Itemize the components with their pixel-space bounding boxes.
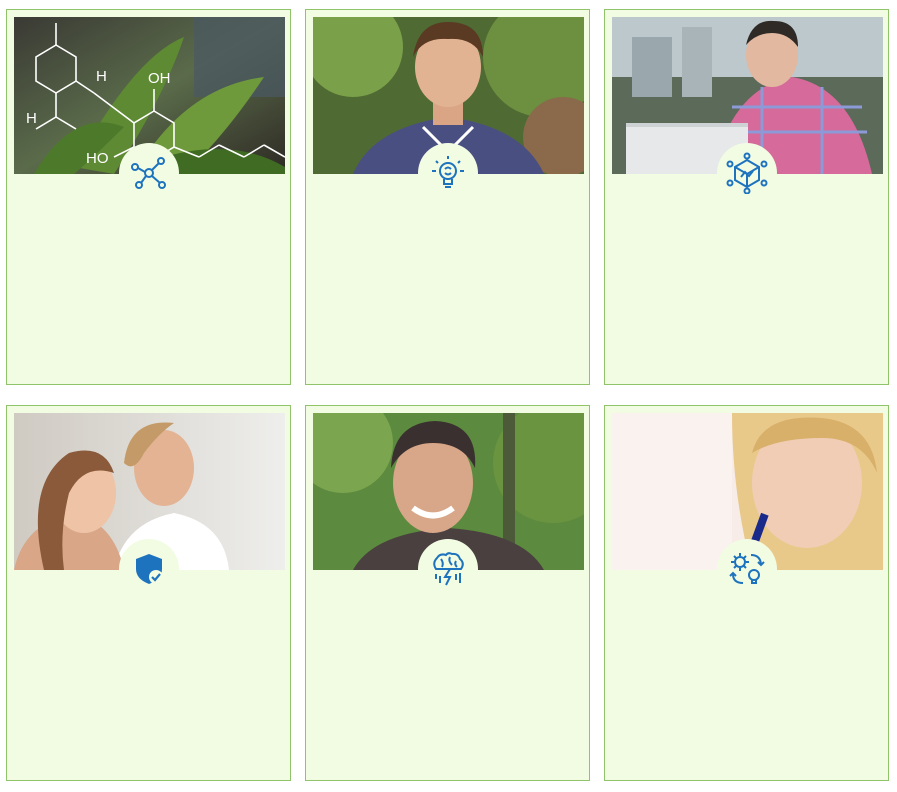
card-body	[14, 210, 283, 374]
card-5[interactable]	[305, 405, 590, 781]
card-body	[612, 606, 881, 770]
card-2[interactable]	[305, 9, 590, 385]
lightbulb-brain-icon	[432, 156, 464, 188]
gear-lightbulb-cycle-icon	[729, 553, 765, 584]
card-body	[14, 606, 283, 770]
card-body	[313, 606, 582, 770]
brain-storm-icon-badge	[418, 539, 478, 599]
chem-label-h1: H	[96, 68, 107, 85]
molecule-icon-badge	[119, 143, 179, 203]
card-3[interactable]	[604, 9, 889, 385]
card-body	[612, 210, 881, 374]
shield-check-icon-badge	[119, 539, 179, 599]
chem-label-oh: OH	[148, 70, 171, 87]
cube-network-icon	[726, 152, 768, 194]
molecule-icon	[131, 157, 166, 189]
chem-label-ho: HO	[86, 150, 109, 167]
card-body	[313, 210, 582, 374]
gear-lightbulb-cycle-icon-badge	[717, 539, 777, 599]
lightbulb-brain-icon-badge	[418, 143, 478, 203]
card-4[interactable]	[6, 405, 291, 781]
card-1[interactable]: OH HO H H	[6, 9, 291, 385]
card-6[interactable]	[604, 405, 889, 781]
chem-label-h2: H	[26, 110, 37, 127]
shield-check-icon	[136, 554, 163, 584]
cube-network-icon-badge	[717, 143, 777, 203]
brain-storm-icon	[433, 552, 464, 586]
